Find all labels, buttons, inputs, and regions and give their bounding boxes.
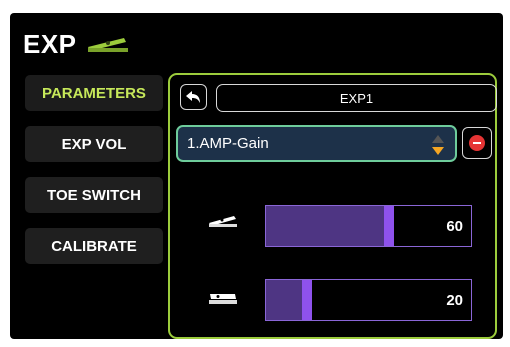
slider-handle[interactable] bbox=[384, 206, 394, 246]
sidebar-item-label: TOE SWITCH bbox=[47, 186, 141, 204]
parameter-panel: EXP1 1.AMP-Gain 60 20 bbox=[168, 73, 497, 339]
slider-value: 20 bbox=[446, 291, 463, 309]
parameter-select[interactable]: 1.AMP-Gain bbox=[176, 125, 457, 162]
sidebar-item-label: EXP VOL bbox=[61, 135, 127, 153]
select-arrows-icon bbox=[432, 135, 444, 155]
exp-name-field[interactable]: EXP1 bbox=[216, 84, 497, 112]
remove-parameter-button[interactable] bbox=[462, 127, 492, 159]
slider-fill bbox=[266, 280, 307, 320]
sidebar-item-label: PARAMETERS bbox=[42, 84, 146, 102]
expression-pedal-icon bbox=[88, 38, 128, 52]
remove-icon bbox=[469, 135, 485, 151]
slider-fill bbox=[266, 206, 389, 246]
sidebar-item-parameters[interactable]: PARAMETERS bbox=[25, 75, 163, 111]
sidebar-item-exp-vol[interactable]: EXP VOL bbox=[25, 126, 163, 162]
back-arrow-icon bbox=[186, 90, 200, 103]
back-button[interactable] bbox=[180, 84, 207, 110]
page-title: EXP bbox=[23, 29, 77, 59]
slider-handle[interactable] bbox=[302, 280, 312, 320]
sidebar-item-calibrate[interactable]: CALIBRATE bbox=[25, 228, 163, 264]
pedal-toe-down-icon bbox=[209, 216, 237, 227]
heel-down-slider[interactable]: 20 bbox=[265, 279, 472, 321]
sidebar-item-toe-switch[interactable]: TOE SWITCH bbox=[25, 177, 163, 213]
sidebar-item-label: CALIBRATE bbox=[51, 237, 137, 255]
device-screen: EXP PARAMETERS EXP VOL TOE SWITCH CALIBR… bbox=[10, 13, 503, 339]
pedal-heel-down-icon bbox=[209, 294, 237, 304]
slider-value: 60 bbox=[446, 217, 463, 235]
exp-name-label: EXP1 bbox=[339, 90, 374, 106]
toe-down-slider[interactable]: 60 bbox=[265, 205, 472, 247]
parameter-select-value: 1.AMP-Gain bbox=[187, 135, 269, 152]
